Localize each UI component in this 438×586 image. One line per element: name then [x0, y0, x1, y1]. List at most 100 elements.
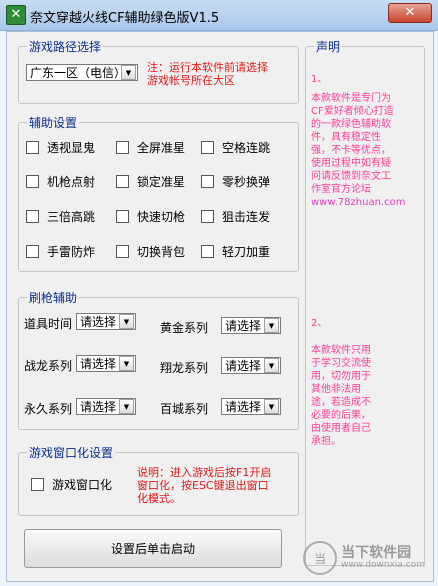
gun-select-value: 请选择 [225, 319, 262, 333]
statement-line: 强，不卡等优点， [311, 145, 391, 156]
statement-num: 1、 [311, 74, 328, 85]
windowed-group-title: 游戏窗口化设置 [27, 444, 116, 461]
statement-line: 的一款绿色辅助软 [311, 119, 391, 130]
checkbox-bunny-hop[interactable]: 空格连跳 [201, 139, 270, 156]
windowed-note: 说明：进入游戏后按F1开启 窗口化，按ESC键退出窗口 化模式。 [137, 466, 271, 505]
checkbox-box[interactable] [116, 175, 129, 188]
chevron-down-icon: ▼ [121, 65, 136, 80]
checkbox-label: 狙击连发 [222, 210, 271, 224]
statement-line: 使用过程中如有疑 [311, 158, 391, 169]
watermark: 当 当下软件园 www.downxia.com [303, 541, 425, 575]
checkbox-box[interactable] [201, 141, 214, 154]
checkbox-label: 三倍高跳 [47, 210, 96, 224]
checkbox-xray[interactable]: 透视显鬼 [26, 139, 95, 156]
windowed-note-line: 窗口化，按ESC键退出窗口 [137, 479, 269, 492]
gun-label: 道具时间 [24, 317, 73, 331]
statement-line: 途，若造成不 [311, 397, 371, 408]
checkbox-triple-jump[interactable]: 三倍高跳 [26, 208, 95, 225]
checkbox-grenade-proof[interactable]: 手雷防炸 [26, 243, 95, 260]
statement-line: 件，具有稳定性 [311, 132, 381, 143]
windowed-note-line: 化模式。 [137, 492, 181, 505]
checkbox-switch-backpack[interactable]: 切换背包 [116, 243, 185, 260]
windowed-note-line: 说明：进入游戏后按F1开启 [137, 466, 272, 479]
statement-title: 声明 [314, 38, 343, 55]
close-button[interactable]: ✕ [388, 3, 432, 23]
gun-select-value: 请选择 [225, 400, 262, 414]
checkbox-mg-tap[interactable]: 机枪点射 [26, 173, 95, 190]
gun-select[interactable]: 请选择 ▼ [221, 398, 281, 415]
checkbox-label: 零秒换弹 [222, 175, 271, 189]
checkbox-box[interactable] [31, 478, 44, 491]
gun-select[interactable]: 请选择 ▼ [221, 357, 281, 374]
watermark-name: 当下软件园 [341, 545, 412, 561]
gun-label: 翔龙系列 [160, 361, 209, 375]
statement-line: 承担。 [311, 436, 341, 447]
gun-select[interactable]: 请选择 ▼ [76, 313, 136, 330]
path-notice: 注：运行本软件前请选择 游戏帐号所在大区 [147, 61, 268, 87]
checkbox-lock-crosshair[interactable]: 锁定准星 [116, 173, 185, 190]
checkbox-box[interactable] [201, 175, 214, 188]
checkbox-box[interactable] [26, 141, 39, 154]
statement-panel: 声明 1、 本款软件是专门为 CF爱好者倾心打造 的一款绿色辅助软 件，具有稳定… [305, 38, 425, 566]
checkbox-box[interactable] [26, 175, 39, 188]
gun-label: 永久系列 [24, 402, 73, 416]
gun-select-value: 请选择 [80, 357, 117, 371]
statement-line: 必要的后果， [311, 410, 371, 421]
path-notice-line: 注：运行本软件前请选择 [147, 61, 268, 74]
chevron-down-icon: ▼ [119, 356, 134, 371]
assist-group-title: 辅助设置 [27, 114, 80, 131]
region-select[interactable]: 广东一区（电信） ▼ [26, 64, 138, 81]
gun-select-value: 请选择 [225, 359, 262, 373]
checkbox-label: 全屏准星 [137, 141, 186, 155]
statement-line: 作室官方论坛 [311, 184, 371, 195]
assist-group: 辅助设置 透视显鬼 全屏准星 空格连跳 机枪点射 锁定准星 零秒换弹 三倍高跳 … [18, 114, 299, 272]
checkbox-box[interactable] [26, 210, 39, 223]
checkbox-windowed[interactable]: 游戏窗口化 [31, 476, 112, 493]
checkbox-box[interactable] [116, 210, 129, 223]
path-group-title: 游戏路径选择 [27, 38, 104, 55]
checkbox-box[interactable] [26, 245, 39, 258]
checkbox-knife-boost[interactable]: 轻刀加重 [201, 243, 270, 260]
statement-num: 2、 [311, 318, 328, 329]
watermark-url: www.downxia.com [341, 560, 425, 570]
chevron-down-icon: ▼ [264, 318, 279, 333]
statement-para-2: 2、 本款软件只用 于学习交流使 用，切勿用于 其他非法用 途，若造成不 必要的… [311, 317, 371, 448]
chevron-down-icon: ▼ [264, 399, 279, 414]
region-select-value: 广东一区（电信） [30, 66, 121, 80]
checkbox-box[interactable] [116, 141, 129, 154]
checkbox-label: 机枪点射 [47, 175, 96, 189]
gun-select[interactable]: 请选择 ▼ [221, 317, 281, 334]
path-group: 游戏路径选择 广东一区（电信） ▼ 注：运行本软件前请选择 游戏帐号所在大区 [18, 38, 299, 104]
statement-site: www.78zhuan.com [311, 197, 406, 208]
checkbox-label: 切换背包 [137, 245, 186, 259]
checkbox-label: 游戏窗口化 [52, 478, 113, 492]
windowed-group: 游戏窗口化设置 游戏窗口化 说明：进入游戏后按F1开启 窗口化，按ESC键退出窗… [18, 444, 299, 516]
checkbox-zero-reload[interactable]: 零秒换弹 [201, 173, 270, 190]
gun-select[interactable]: 请选择 ▼ [76, 355, 136, 372]
checkbox-fullscreen-crosshair[interactable]: 全屏准星 [116, 139, 185, 156]
checkbox-label: 空格连跳 [222, 141, 271, 155]
window-title: 奈文穿越火线CF辅助绿色版V1.5 [30, 11, 220, 26]
statement-para-1: 1、 本款软件是专门为 CF爱好者倾心打造 的一款绿色辅助软 件，具有稳定性 强… [311, 73, 405, 209]
checkbox-label: 手雷防炸 [47, 245, 96, 259]
gun-label: 百城系列 [160, 402, 209, 416]
checkbox-sniper-burst[interactable]: 狙击连发 [201, 208, 270, 225]
chevron-down-icon: ▼ [119, 314, 134, 329]
checkbox-quick-switch[interactable]: 快速切枪 [116, 208, 185, 225]
checkbox-box[interactable] [116, 245, 129, 258]
statement-line: 其他非法用 [311, 384, 361, 395]
checkbox-box[interactable] [201, 245, 214, 258]
gun-select[interactable]: 请选择 ▼ [76, 398, 136, 415]
statement-line: CF爱好者倾心打造 [311, 106, 394, 117]
gun-select-value: 请选择 [80, 400, 117, 414]
chevron-down-icon: ▼ [119, 399, 134, 414]
statement-line: 于学习交流使 [311, 358, 371, 369]
checkbox-label: 透视显鬼 [47, 141, 96, 155]
start-button[interactable]: 设置后单击启动 [24, 529, 282, 568]
title-bar: ✕ 奈文穿越火线CF辅助绿色版V1.5 ✕ [0, 0, 438, 31]
checkbox-label: 轻刀加重 [222, 245, 271, 259]
app-icon: ✕ [6, 5, 26, 25]
checkbox-box[interactable] [201, 210, 214, 223]
gun-label: 黄金系列 [160, 321, 209, 335]
chevron-down-icon: ▼ [264, 358, 279, 373]
